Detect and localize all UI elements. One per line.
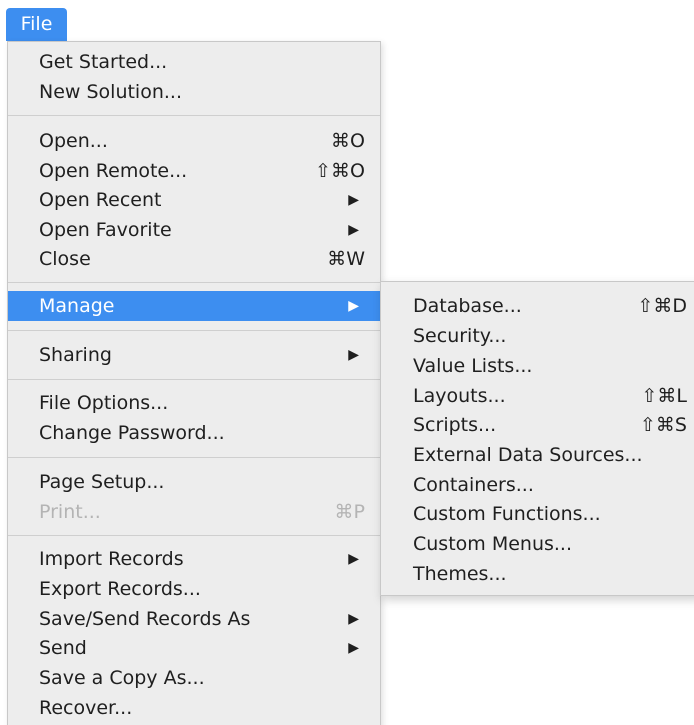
menu-item-send[interactable]: Send ▶ xyxy=(8,633,380,663)
menu-item-label: Open Recent xyxy=(39,189,162,211)
menu-item-get-started[interactable]: Get Started... xyxy=(8,47,380,77)
menu-separator xyxy=(8,115,380,116)
menu-item-label: External Data Sources... xyxy=(413,444,643,466)
submenu-item-layouts[interactable]: Layouts... ⇧⌘L xyxy=(381,381,694,411)
menu-item-page-setup[interactable]: Page Setup... xyxy=(8,467,380,497)
file-menu: Get Started... New Solution... Open... ⌘… xyxy=(7,41,381,725)
menu-item-label: Export Records... xyxy=(39,578,201,600)
menu-item-manage[interactable]: Manage ▶ xyxy=(8,291,380,321)
submenu-arrow-icon: ▶ xyxy=(348,551,359,567)
menu-item-shortcut: ⌘O xyxy=(331,130,365,152)
menu-item-shortcut: ⌘P xyxy=(334,501,365,523)
menu-separator xyxy=(8,379,380,380)
submenu-arrow-icon: ▶ xyxy=(348,222,359,238)
menu-item-label: Save/Send Records As xyxy=(39,608,251,630)
menu-item-open-remote[interactable]: Open Remote... ⇧⌘O xyxy=(8,156,380,186)
menu-item-shortcut: ⇧⌘O xyxy=(315,160,365,182)
menu-item-label: Change Password... xyxy=(39,422,225,444)
menu-separator xyxy=(8,330,380,331)
submenu-arrow-icon: ▶ xyxy=(348,347,359,363)
menu-item-label: Open... xyxy=(39,130,108,152)
menu-item-recover[interactable]: Recover... xyxy=(8,693,380,723)
menu-item-open-recent[interactable]: Open Recent ▶ xyxy=(8,185,380,215)
submenu-item-scripts[interactable]: Scripts... ⇧⌘S xyxy=(381,410,694,440)
submenu-item-custom-functions[interactable]: Custom Functions... xyxy=(381,499,694,529)
menu-item-label: Get Started... xyxy=(39,51,168,73)
submenu-item-containers[interactable]: Containers... xyxy=(381,470,694,500)
menu-item-label: Send xyxy=(39,637,87,659)
menu-item-label: Page Setup... xyxy=(39,471,165,493)
menu-item-sharing[interactable]: Sharing ▶ xyxy=(8,340,380,370)
menu-item-label: Save a Copy As... xyxy=(39,667,205,689)
menu-separator xyxy=(8,457,380,458)
submenu-item-database[interactable]: Database... ⇧⌘D xyxy=(381,291,694,321)
submenu-item-security[interactable]: Security... xyxy=(381,321,694,351)
menu-item-label: Close xyxy=(39,248,91,270)
menu-separator xyxy=(8,282,380,283)
menu-item-label: Security... xyxy=(413,325,507,347)
menu-item-label: Custom Menus... xyxy=(413,533,573,555)
menu-item-import-records[interactable]: Import Records ▶ xyxy=(8,544,380,574)
menu-item-close[interactable]: Close ⌘W xyxy=(8,244,380,274)
submenu-arrow-icon: ▶ xyxy=(348,611,359,627)
menu-item-label: Print... xyxy=(39,501,101,523)
menu-item-label: File Options... xyxy=(39,392,169,414)
menu-item-export-records[interactable]: Export Records... xyxy=(8,574,380,604)
menu-item-label: Manage xyxy=(39,295,115,317)
menu-item-label: Import Records xyxy=(39,548,184,570)
menu-item-label: Sharing xyxy=(39,344,112,366)
submenu-item-external-data-sources[interactable]: External Data Sources... xyxy=(381,440,694,470)
submenu-item-custom-menus[interactable]: Custom Menus... xyxy=(381,529,694,559)
menu-item-label: New Solution... xyxy=(39,81,183,103)
menu-item-save-send-records-as[interactable]: Save/Send Records As ▶ xyxy=(8,604,380,634)
menu-item-change-password[interactable]: Change Password... xyxy=(8,418,380,448)
menu-separator xyxy=(8,535,380,536)
menu-item-shortcut: ⇧⌘D xyxy=(637,295,687,317)
submenu-item-value-lists[interactable]: Value Lists... xyxy=(381,351,694,381)
menu-item-file-options[interactable]: File Options... xyxy=(8,388,380,418)
submenu-arrow-icon: ▶ xyxy=(348,192,359,208)
manage-submenu: Database... ⇧⌘D Security... Value Lists.… xyxy=(380,281,694,596)
submenu-arrow-icon: ▶ xyxy=(348,298,359,314)
menu-item-open[interactable]: Open... ⌘O xyxy=(8,126,380,156)
menu-item-shortcut: ⌘W xyxy=(327,248,365,270)
menu-item-open-favorite[interactable]: Open Favorite ▶ xyxy=(8,215,380,245)
menu-item-shortcut: ⇧⌘L xyxy=(641,385,687,407)
menu-item-print: Print... ⌘P xyxy=(8,497,380,527)
menu-item-label: Open Favorite xyxy=(39,219,172,241)
menu-item-label: Database... xyxy=(413,295,522,317)
menu-item-new-solution[interactable]: New Solution... xyxy=(8,77,380,107)
menubar-file[interactable]: File xyxy=(6,8,67,41)
menu-item-label: Value Lists... xyxy=(413,355,533,377)
menu-item-label: Layouts... xyxy=(413,385,506,407)
menu-item-label: Open Remote... xyxy=(39,160,188,182)
menu-item-save-a-copy-as[interactable]: Save a Copy As... xyxy=(8,663,380,693)
screen: File Get Started... New Solution... Open… xyxy=(0,0,694,725)
submenu-arrow-icon: ▶ xyxy=(348,640,359,656)
menu-item-label: Custom Functions... xyxy=(413,503,601,525)
menu-item-label: Recover... xyxy=(39,697,133,719)
menu-item-shortcut: ⇧⌘S xyxy=(640,414,687,436)
submenu-item-themes[interactable]: Themes... xyxy=(381,559,694,589)
menu-item-label: Scripts... xyxy=(413,414,497,436)
menu-item-label: Containers... xyxy=(413,474,534,496)
menu-item-label: Themes... xyxy=(413,563,507,585)
